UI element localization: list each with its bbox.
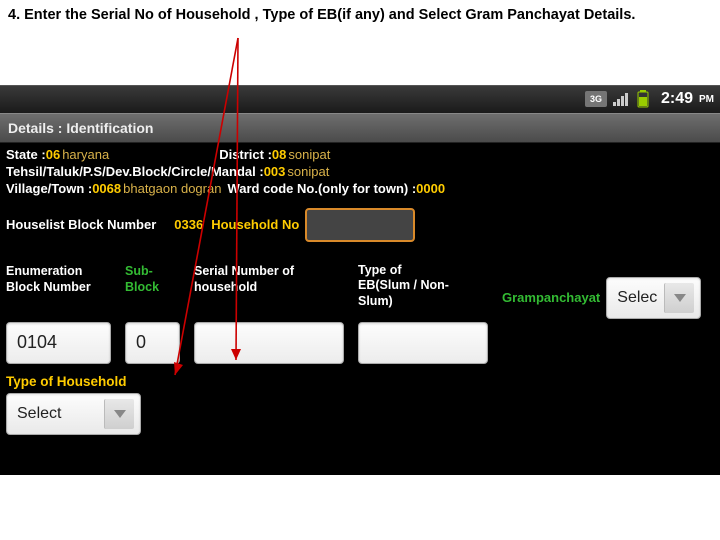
tehsil-code: 003 (264, 164, 286, 179)
household-no-input[interactable] (305, 208, 415, 242)
district-name: sonipat (288, 147, 330, 162)
eb-lbl2: EB(Slum / Non- (358, 278, 449, 292)
hlb-label: Houselist Block Number (6, 217, 156, 232)
village-label: Village/Town : (6, 181, 92, 196)
gram-label: Grampanchayat (502, 290, 600, 305)
eb-lbl1: Type of (358, 263, 402, 277)
household-no-label: Household No (211, 217, 299, 232)
ward-label: Ward code No.(only for town) : (227, 181, 416, 196)
enum-lbl2: Block Number (6, 280, 91, 294)
sub-block-input[interactable]: 0 (125, 322, 180, 364)
row-houselist: Houselist Block Number 0336 Household No (6, 208, 714, 242)
hlb-code: 0336 (174, 217, 203, 232)
serial-no-input[interactable] (194, 322, 344, 364)
svg-text:3G: 3G (590, 94, 602, 104)
district-code: 08 (272, 147, 286, 162)
type-household-label: Type of Household (6, 374, 714, 389)
instruction-text: 4. Enter the Serial No of Household , Ty… (0, 0, 720, 30)
village-code: 0068 (92, 181, 121, 196)
tehsil-name: sonipat (287, 164, 329, 179)
district-label: District : (219, 147, 272, 162)
col-enum-block: Enumeration Block Number 0104 (6, 262, 111, 364)
col-type-eb: Type of EB(Slum / Non- Slum) (358, 262, 488, 364)
chevron-down-icon (104, 399, 134, 429)
ward-code: 0000 (416, 181, 445, 196)
clock-time: 2:49 (661, 90, 693, 108)
gram-select-value: Selec (617, 289, 657, 307)
col-sub-block: Sub- Block 0 (125, 262, 180, 364)
sub-lbl2: Block (125, 280, 159, 294)
row-village-ward: Village/Town : 0068 bhatgaon dogran Ward… (6, 181, 714, 196)
eb-lbl3: Slum) (358, 294, 393, 308)
form-content: State : 06 haryana District : 08 sonipat… (0, 143, 720, 475)
tehsil-label: Tehsil/Taluk/P.S/Dev.Block/Circle/Mandal… (6, 164, 264, 179)
enum-block-head: Enumeration Block Number (6, 262, 111, 296)
battery-icon (637, 90, 649, 108)
sub-lbl1: Sub- (125, 264, 153, 278)
state-code: 06 (46, 147, 60, 162)
row-tehsil: Tehsil/Taluk/P.S/Dev.Block/Circle/Mandal… (6, 164, 714, 179)
serial-lbl1: Serial Number of (194, 264, 294, 278)
row-state-district: State : 06 haryana District : 08 sonipat (6, 147, 714, 162)
network-3g-icon: 3G (585, 91, 607, 107)
serial-head: Serial Number of household (194, 262, 344, 296)
enum-block-input[interactable]: 0104 (6, 322, 111, 364)
screen-title: Details : Identification (0, 113, 720, 143)
type-household-section: Type of Household Select (6, 374, 714, 435)
col-grampanchayat: Grampanchayat Selec (502, 276, 712, 319)
col-serial-no: Serial Number of household (194, 262, 344, 364)
gram-select[interactable]: Selec (606, 277, 701, 319)
type-household-value: Select (17, 405, 61, 423)
village-name: bhatgaon dogran (123, 181, 221, 196)
signal-icon (613, 91, 631, 107)
clock-ampm: PM (699, 94, 714, 105)
chevron-down-icon (664, 283, 694, 313)
state-name: haryana (62, 147, 109, 162)
enum-lbl1: Enumeration (6, 264, 82, 278)
field-row-main: Enumeration Block Number 0104 Sub- Block… (6, 262, 714, 364)
type-eb-input[interactable] (358, 322, 488, 364)
android-status-bar: 3G 2:49 PM (0, 85, 720, 113)
eb-head: Type of EB(Slum / Non- Slum) (358, 262, 488, 310)
serial-lbl2: household (194, 280, 257, 294)
state-label: State : (6, 147, 46, 162)
type-household-select[interactable]: Select (6, 393, 141, 435)
sub-block-head: Sub- Block (125, 262, 180, 296)
instruction-gap (0, 30, 720, 85)
